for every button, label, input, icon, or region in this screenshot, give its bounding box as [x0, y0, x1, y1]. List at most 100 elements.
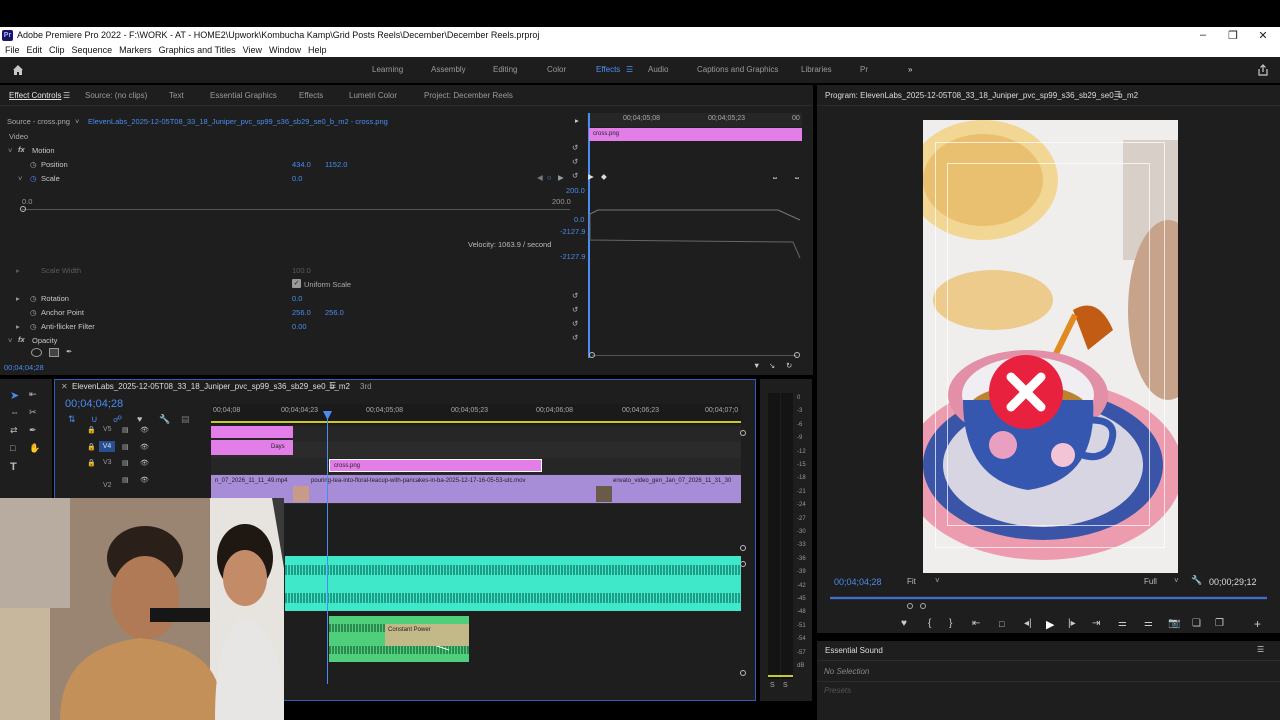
menu-edit[interactable]: Edit	[27, 45, 43, 55]
scale-stopwatch-icon[interactable]: ◷	[30, 174, 37, 183]
wrench-icon[interactable]: 🔧	[1191, 575, 1202, 586]
reset-position-icon[interactable]: ↺	[572, 157, 578, 166]
meter-solo-left[interactable]: S	[770, 682, 775, 689]
add-marker-icon[interactable]: ♥	[137, 414, 142, 424]
menu-view[interactable]: View	[243, 45, 262, 55]
ellipse-mask-icon[interactable]	[31, 348, 42, 357]
scale-value[interactable]: 0.0	[292, 174, 302, 183]
ec-timecode[interactable]: 00;04;04;28	[4, 363, 44, 372]
ec-keyframe-diamond-icon[interactable]: ◆	[601, 172, 607, 181]
selection-tool-icon[interactable]: ➤	[10, 389, 19, 402]
ec-zoom-right-handle[interactable]	[794, 352, 800, 358]
position-x-value[interactable]: 434.0	[292, 160, 311, 169]
timeline-vscroll-bottom-handle[interactable]	[740, 545, 746, 551]
ec-ruler[interactable]: 00;04;05;08 00;04;05;23 00	[587, 113, 802, 127]
workspace-libraries[interactable]: Libraries	[801, 65, 832, 74]
more-workspaces-icon[interactable]: »	[908, 65, 912, 74]
hand-tool-icon[interactable]: ✋	[29, 443, 40, 454]
timeline-close-icon[interactable]: ✕	[61, 382, 68, 391]
rectangle-tool-icon[interactable]: □	[10, 443, 15, 453]
rotation-toggle-icon[interactable]: ▸	[16, 294, 20, 303]
minimize-icon[interactable]: –	[1188, 27, 1218, 43]
menu-markers[interactable]: Markers	[119, 45, 152, 55]
go-to-out-icon[interactable]: ⇥	[1092, 618, 1100, 629]
mark-in-icon[interactable]: {	[928, 618, 931, 629]
v4-label[interactable]: V4	[99, 441, 115, 452]
ec-zoom-bar[interactable]	[592, 355, 797, 356]
antiflicker-stopwatch-icon[interactable]: ◷	[30, 322, 37, 331]
v4-eye-icon[interactable]: 👁	[140, 443, 149, 451]
ec-loop-icon[interactable]: ↻	[786, 361, 792, 370]
ripple-edit-tool-icon[interactable]: ⇔	[10, 407, 19, 417]
rectangle-mask-icon[interactable]	[49, 348, 59, 357]
clip-dropdown-icon[interactable]: ˅	[75, 117, 79, 126]
panel-menu-icon[interactable]: ☰	[63, 91, 70, 100]
v5-lock-icon[interactable]: 🔒	[87, 426, 96, 434]
ec-keyframe-start-icon[interactable]: ▶	[588, 172, 594, 181]
step-back-icon[interactable]: ◂|	[1024, 618, 1032, 629]
clip-cross[interactable]: cross.png	[329, 459, 542, 472]
workspace-assembly[interactable]: Assembly	[431, 65, 466, 74]
stopwatch-icon[interactable]: ◷	[30, 160, 37, 169]
clip-days[interactable]: Days	[211, 440, 293, 455]
fit-dropdown[interactable]: Fit	[907, 577, 916, 586]
v3-sync-icon[interactable]: ▤	[122, 459, 129, 467]
program-zoom-handle-left[interactable]	[907, 603, 913, 609]
nest-icon[interactable]: ⇅	[68, 414, 76, 425]
menu-clip[interactable]: Clip	[49, 45, 65, 55]
meter-solo-right[interactable]: S	[783, 682, 788, 689]
ec-keyframe-end-icon[interactable]: ⧢	[795, 172, 799, 182]
workspace-editing[interactable]: Editing	[493, 65, 517, 74]
tab-source[interactable]: Source: (no clips)	[85, 91, 147, 100]
workspace-color[interactable]: Color	[547, 65, 566, 74]
comparison-view-icon[interactable]: ❏	[1192, 618, 1201, 629]
menu-sequence[interactable]: Sequence	[72, 45, 113, 55]
workspace-audio[interactable]: Audio	[648, 65, 668, 74]
add-keyframe-icon[interactable]: ○	[547, 173, 552, 182]
menu-help[interactable]: Help	[308, 45, 327, 55]
quality-dropdown-chevron-icon[interactable]: ˅	[1174, 576, 1179, 585]
tab-effects[interactable]: Effects	[299, 91, 323, 100]
audio-vscroll-bottom-handle[interactable]	[740, 670, 746, 676]
audio-clip-music[interactable]	[285, 556, 741, 611]
timeline-menu-icon[interactable]: ☰	[329, 381, 336, 390]
type-tool-icon[interactable]: T	[10, 461, 17, 473]
maximize-icon[interactable]: ❐	[1218, 27, 1248, 43]
v2-eye-icon[interactable]: 👁	[140, 476, 149, 484]
clip-v2-b[interactable]: pouring-tea-into-floral-teacup-with-panc…	[293, 475, 595, 503]
tab-effect-controls[interactable]: Effect Controls	[9, 91, 61, 100]
mark-out-icon[interactable]: }	[949, 618, 952, 629]
reset-motion-icon[interactable]: ↺	[572, 143, 578, 152]
program-zoom-handle-right[interactable]	[920, 603, 926, 609]
program-menu-icon[interactable]: ☰	[1114, 90, 1121, 99]
play-icon[interactable]: ▶	[1046, 618, 1054, 631]
uniform-scale-checkbox[interactable]: ✓	[292, 279, 301, 288]
prev-keyframe-icon[interactable]: ◀	[537, 173, 543, 182]
essential-sound-menu-icon[interactable]: ☰	[1257, 645, 1264, 654]
captions-icon[interactable]: ▤	[181, 414, 190, 425]
timeline-playhead[interactable]	[327, 414, 328, 684]
reset-rotation-icon[interactable]: ↺	[572, 291, 578, 300]
position-y-value[interactable]: 1152.0	[325, 160, 347, 169]
proxy-toggle-icon[interactable]: ❐	[1215, 618, 1224, 629]
menu-window[interactable]: Window	[269, 45, 301, 55]
timeline-timecode[interactable]: 00;04;04;28	[65, 398, 123, 410]
extract-icon[interactable]: ⚌	[1144, 618, 1153, 629]
menu-graphics[interactable]: Graphics and Titles	[159, 45, 236, 55]
razor-tool-icon[interactable]: ✂	[29, 407, 37, 418]
tab-project[interactable]: Project: December Reels	[424, 91, 513, 100]
ec-zoom-left-handle[interactable]	[589, 352, 595, 358]
workspace-pr[interactable]: Pr	[860, 65, 868, 74]
fit-dropdown-chevron-icon[interactable]: ˅	[935, 576, 940, 585]
timeline-ruler[interactable]: 00;04;08 00;04;04;23 00;04;05;08 00;04;0…	[211, 404, 741, 424]
tab-essential-graphics[interactable]: Essential Graphics	[210, 91, 277, 100]
camera-icon[interactable]: 📷	[1168, 618, 1180, 629]
quality-dropdown[interactable]: Full	[1144, 577, 1157, 586]
ec-velocity-graph[interactable]	[588, 200, 803, 260]
linked-selection-icon[interactable]: ☍	[113, 414, 122, 425]
anchor-x-value[interactable]: 256.0	[292, 308, 311, 317]
rotation-stopwatch-icon[interactable]: ◷	[30, 294, 37, 303]
scale-toggle-icon[interactable]: ˅	[18, 174, 22, 183]
timeline-tab-2[interactable]: 3rd	[360, 382, 372, 391]
clip-v5[interactable]	[211, 426, 293, 438]
